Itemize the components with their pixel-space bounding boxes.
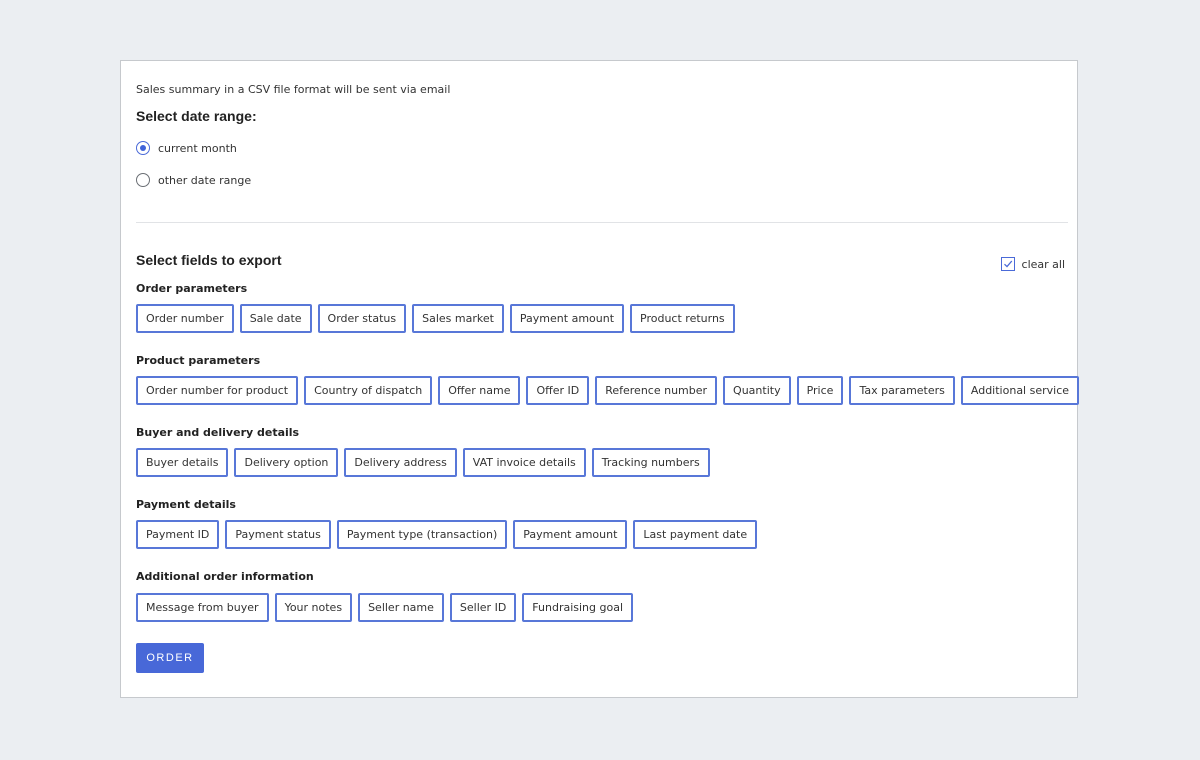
field-chip[interactable]: Delivery option — [234, 448, 339, 477]
section-divider — [136, 222, 1068, 223]
checkbox-checked-icon[interactable] — [1000, 257, 1015, 271]
field-chip[interactable]: Offer ID — [526, 376, 590, 405]
field-chip[interactable]: Fundraising goal — [522, 593, 634, 622]
field-chip[interactable]: Payment amount — [509, 304, 625, 333]
field-chip[interactable]: Product returns — [630, 304, 735, 333]
field-chip[interactable]: Message from buyer — [136, 593, 269, 622]
radio-other-date-range[interactable]: other date range — [136, 173, 251, 187]
export-fields-title: Select fields to export — [136, 252, 282, 268]
group-title-order-parameters: Order parameters — [136, 282, 248, 295]
radio-button-icon[interactable] — [136, 141, 150, 155]
field-chip[interactable]: Tax parameters — [849, 376, 955, 405]
order-button[interactable]: ORDER — [136, 643, 204, 673]
field-chip[interactable]: Seller name — [358, 593, 444, 622]
field-chip[interactable]: Payment ID — [136, 520, 220, 549]
field-chip[interactable]: Sale date — [239, 304, 312, 333]
field-chip[interactable]: Payment amount — [513, 520, 628, 549]
field-chip[interactable]: Quantity — [723, 376, 791, 405]
radio-current-month[interactable]: current month — [136, 141, 237, 155]
field-chip[interactable]: Order status — [317, 304, 407, 333]
clear-all-label: clear all — [1021, 257, 1065, 271]
field-chip[interactable]: Reference number — [595, 376, 718, 405]
radio-button-icon[interactable] — [136, 173, 150, 187]
field-chip[interactable]: Price — [796, 376, 844, 405]
field-chip[interactable]: Payment status — [225, 520, 331, 549]
field-chip[interactable]: VAT invoice details — [462, 448, 586, 477]
group-title-product-parameters: Product parameters — [136, 354, 261, 367]
field-chip[interactable]: Delivery address — [344, 448, 457, 477]
chip-row-product-parameters: Order number for product Country of disp… — [136, 376, 1080, 405]
radio-label: current month — [158, 141, 237, 155]
field-chip[interactable]: Offer name — [438, 376, 521, 405]
intro-text: Sales summary in a CSV file format will … — [136, 83, 451, 96]
radio-label: other date range — [158, 173, 252, 187]
chip-row-payment-details: Payment ID Payment status Payment type (… — [136, 520, 758, 549]
field-chip[interactable]: Seller ID — [449, 593, 517, 622]
field-chip[interactable]: Payment type (transaction) — [336, 520, 508, 549]
field-chip[interactable]: Buyer details — [136, 448, 229, 477]
clear-all-toggle[interactable]: clear all — [1000, 257, 1065, 271]
field-chip[interactable]: Order number for product — [136, 376, 299, 405]
field-chip[interactable]: Last payment date — [633, 520, 758, 549]
group-title-payment-details: Payment details — [136, 498, 236, 511]
field-chip[interactable]: Your notes — [274, 593, 353, 622]
field-chip[interactable]: Order number — [136, 304, 234, 333]
chip-row-buyer-delivery: Buyer details Delivery option Delivery a… — [136, 448, 710, 477]
export-panel: Sales summary in a CSV file format will … — [120, 60, 1080, 698]
field-chip[interactable]: Country of dispatch — [304, 376, 433, 405]
chip-row-order-parameters: Order number Sale date Order status Sale… — [136, 304, 735, 333]
chip-row-additional-info: Message from buyer Your notes Seller nam… — [136, 593, 634, 622]
field-chip[interactable]: Additional service — [960, 376, 1080, 405]
field-chip[interactable]: Sales market — [412, 304, 504, 333]
group-title-buyer-delivery: Buyer and delivery details — [136, 426, 300, 439]
field-chip[interactable]: Tracking numbers — [591, 448, 710, 477]
group-title-additional-info: Additional order information — [136, 570, 314, 583]
date-range-title: Select date range: — [136, 108, 257, 124]
